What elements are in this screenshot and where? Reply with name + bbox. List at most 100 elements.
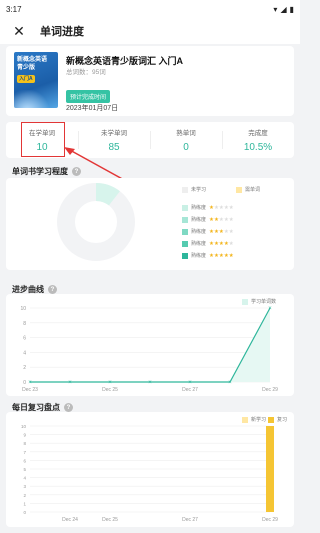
series-area (30, 308, 270, 382)
cover-line2: 青少版 (17, 65, 36, 71)
stat-label: 完成度 (248, 130, 268, 137)
x-tick-label: Dec 27 (182, 517, 198, 523)
star-rating: ★★★★★ (209, 217, 234, 223)
series-line (30, 307, 271, 383)
star-rating: ★★★★★ (209, 229, 234, 235)
legend-swatch (236, 186, 242, 193)
data-point: × (108, 380, 112, 386)
x-tick-label: Dec 27 (182, 387, 198, 393)
legend-level-4: 熟练度 ★★★★★ (182, 240, 234, 247)
star-icon: ★ (228, 216, 234, 223)
cover-line1: 新概念英语 (17, 57, 48, 63)
star-rating: ★★★★★ (209, 205, 234, 211)
y-tick-label: 2 (23, 365, 26, 371)
data-point: × (268, 306, 272, 312)
signal-icon: ◢ (280, 4, 287, 14)
legend-swatch (242, 298, 248, 305)
star-icon: ★ (228, 240, 234, 247)
legend-label: 熟练度 (191, 241, 207, 247)
book-cover-image: 新概念英语 青少版 入门A (14, 52, 58, 108)
y-tick-label: 10 (21, 424, 27, 429)
x-tick-label: Dec 24 (62, 517, 78, 523)
system-icons: ▾ ◢ ▮ (273, 5, 294, 14)
legend-label: 学习单词数 (251, 299, 277, 305)
data-point: × (68, 380, 72, 386)
help-icon[interactable]: ? (72, 167, 81, 176)
star-icon: ★ (228, 228, 234, 235)
y-tick-label: 2 (23, 493, 26, 498)
page-title: 单词进度 (40, 26, 84, 38)
legend-swatch (242, 416, 248, 423)
legend-label: 未学习 (191, 187, 207, 193)
help-icon[interactable]: ? (64, 403, 73, 412)
battery-icon: ▮ (289, 4, 294, 14)
legend-swatch (182, 228, 188, 235)
y-tick-label: 5 (23, 467, 26, 472)
y-tick-label: 3 (23, 484, 26, 489)
highlight-box (21, 122, 65, 157)
review-legend-review: 复习 (268, 416, 287, 423)
legend-swatch (182, 216, 188, 223)
x-tick-label: Dec 25 (102, 517, 118, 523)
bar (266, 426, 274, 512)
mastery-donut (57, 183, 135, 261)
progress-card: 学习单词数 0 2 4 6 8 10 × × × × × × × Dec 23 Dec 25 Dec 27 De… (6, 294, 294, 396)
stat-familiar[interactable]: 熟单词 0 (150, 122, 222, 158)
book-total-words: 总词数：95词 (66, 69, 106, 76)
legend-level-1: 熟练度 ★★★★★ (182, 204, 234, 211)
wifi-icon: ▾ (273, 4, 278, 14)
mastery-card: 未学习 需单词 熟练度 ★★★★★ 熟练度 ★★★★★ 熟练度 ★★★★★ 熟练度 ★★★★★… (6, 178, 294, 270)
y-tick-label: 10 (20, 306, 26, 312)
legend-swatch (182, 240, 188, 247)
estimate-completion-button[interactable]: 预计完成时间 (66, 90, 111, 103)
data-point: × (188, 380, 192, 386)
status-time: 3:17 (6, 4, 22, 14)
help-icon[interactable]: ? (48, 285, 57, 294)
x-tick-label: Dec 29 (262, 517, 278, 523)
data-point: × (228, 380, 232, 386)
legend-label: 熟练度 (191, 229, 207, 235)
progress-line-chart: 0246810× × × × × ××Dec 23 Dec 25 Dec 27 Dec 29 (20, 306, 278, 393)
stat-completion: 完成度 10.5% (222, 122, 294, 158)
data-point: × (28, 380, 32, 386)
legend-level-3: 熟练度 ★★★★★ (182, 228, 234, 235)
legend-label: 新学习 (251, 417, 267, 423)
review-legend-new: 新学习 (242, 416, 266, 423)
close-icon[interactable]: ✕ (8, 20, 30, 42)
cover-tag: 入门A (17, 75, 35, 83)
legend-label: 复习 (277, 417, 288, 423)
legend-label: 需单词 (245, 187, 261, 193)
review-card: 新学习 复习 0 1 2 3 4 5 6 7 8 9 10 Dec 24 Dec 25 Dec 27 Dec… (6, 412, 294, 527)
legend-label: 熟练度 (191, 217, 207, 223)
y-tick-label: 4 (23, 476, 26, 481)
legend-level-5: 熟练度 ★★★★★ (182, 252, 234, 259)
legend-label: 熟练度 (191, 205, 207, 211)
x-tick-label: Dec 29 (262, 387, 278, 393)
y-tick-label: 9 (23, 433, 26, 438)
star-icon: ★ (228, 252, 234, 259)
mastery-section-title: 单词书学习程度 ? (12, 166, 81, 177)
y-tick-label: 4 (23, 350, 26, 356)
y-tick-label: 7 (23, 450, 26, 455)
legend-level-2: 熟练度 ★★★★★ (182, 216, 234, 223)
x-tick-label: Dec 23 (22, 387, 38, 393)
review-bar-chart: 0 1 2 3 4 5 6 7 8 9 10 Dec 24 Dec 25 Dec 27 Dec 29 (21, 424, 278, 523)
y-tick-label: 6 (23, 458, 26, 463)
star-rating: ★★★★★ (209, 253, 234, 259)
star-icon: ★ (228, 204, 234, 211)
stat-label: 熟单词 (176, 130, 196, 137)
mastery-title: 单词书学习程度 (12, 167, 68, 176)
stat-value: 0 (183, 142, 189, 153)
finish-date: 2023年01月07日 (66, 105, 119, 112)
y-tick-label: 8 (23, 441, 26, 446)
y-tick-label: 1 (23, 501, 26, 506)
y-tick-label: 6 (23, 336, 26, 342)
legend-needword: 需单词 (236, 186, 260, 193)
legend-swatch (268, 416, 274, 423)
cover-decoration (14, 90, 58, 108)
legend-unlearned: 未学习 (182, 186, 206, 193)
y-tick-label: 0 (23, 380, 26, 386)
book-card: 新概念英语 青少版 入门A 新概念英语青少版词汇 入门A 总词数：95词 预计完… (6, 46, 294, 116)
x-tick-label: Dec 25 (102, 387, 118, 393)
legend-label: 熟练度 (191, 253, 207, 259)
